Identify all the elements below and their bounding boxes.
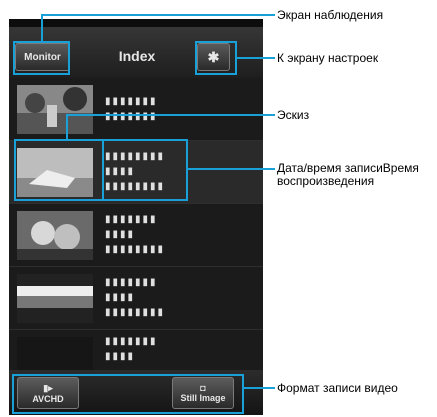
connector-line (66, 114, 68, 140)
annotation-format: Формат записи видео (277, 381, 398, 395)
annotation-settings: К экрану настроек (277, 51, 379, 65)
list-item[interactable]: ▮▮▮▮▮▮▮ ▮▮▮▮ ▮▮▮▮▮▮▮▮ (9, 204, 263, 267)
list-item[interactable]: ▮▮▮▮▮▮▮ ▮▮▮▮ ▮▮▮▮▮▮▮▮ (9, 267, 263, 330)
video-thumbnail (17, 211, 93, 260)
annotation-datetime: Дата/время записиВремя воспроизведения (277, 161, 419, 188)
settings-highlight (195, 41, 237, 75)
datetime-text: ▮▮▮▮▮▮▮ ▮▮▮▮ ▮▮▮▮▮▮▮▮ (105, 277, 166, 318)
connector-line (66, 114, 275, 116)
annotation-thumbnail: Эскиз (277, 108, 310, 122)
connector-line (236, 57, 275, 59)
format-highlight (12, 374, 244, 414)
datetime-text: ▮▮▮▮▮▮▮ ▮▮▮▮ (105, 336, 158, 362)
video-thumbnail (17, 85, 93, 134)
annotation-monitor: Экран наблюдения (277, 8, 384, 22)
connector-line (243, 387, 275, 389)
thumbnail-highlight (14, 139, 104, 201)
datetime-highlight (102, 139, 188, 201)
connector-line (41, 14, 275, 16)
phone-screen: Monitor Index ✱ ▮▮▮▮▮▮▮ ▮▮▮▮▮▮▮ ▮▮▮▮▮▮▮▮… (9, 19, 263, 415)
page-title: Index (118, 48, 156, 64)
index-list: ▮▮▮▮▮▮▮ ▮▮▮▮▮▮▮ ▮▮▮▮▮▮▮▮ ▮▮▮▮ ▮▮▮▮▮▮▮▮ ▮▮▮▮… (9, 78, 263, 393)
video-thumbnail (17, 274, 93, 323)
connector-line (41, 14, 43, 42)
status-strip (9, 19, 263, 27)
list-item[interactable]: ▮▮▮▮▮▮▮ ▮▮▮▮▮▮▮ (9, 78, 263, 141)
datetime-text: ▮▮▮▮▮▮▮ ▮▮▮▮ ▮▮▮▮▮▮▮▮ (105, 214, 166, 255)
monitor-highlight (13, 41, 70, 75)
datetime-text: ▮▮▮▮▮▮▮ ▮▮▮▮▮▮▮ (105, 96, 158, 122)
connector-line (187, 168, 275, 170)
